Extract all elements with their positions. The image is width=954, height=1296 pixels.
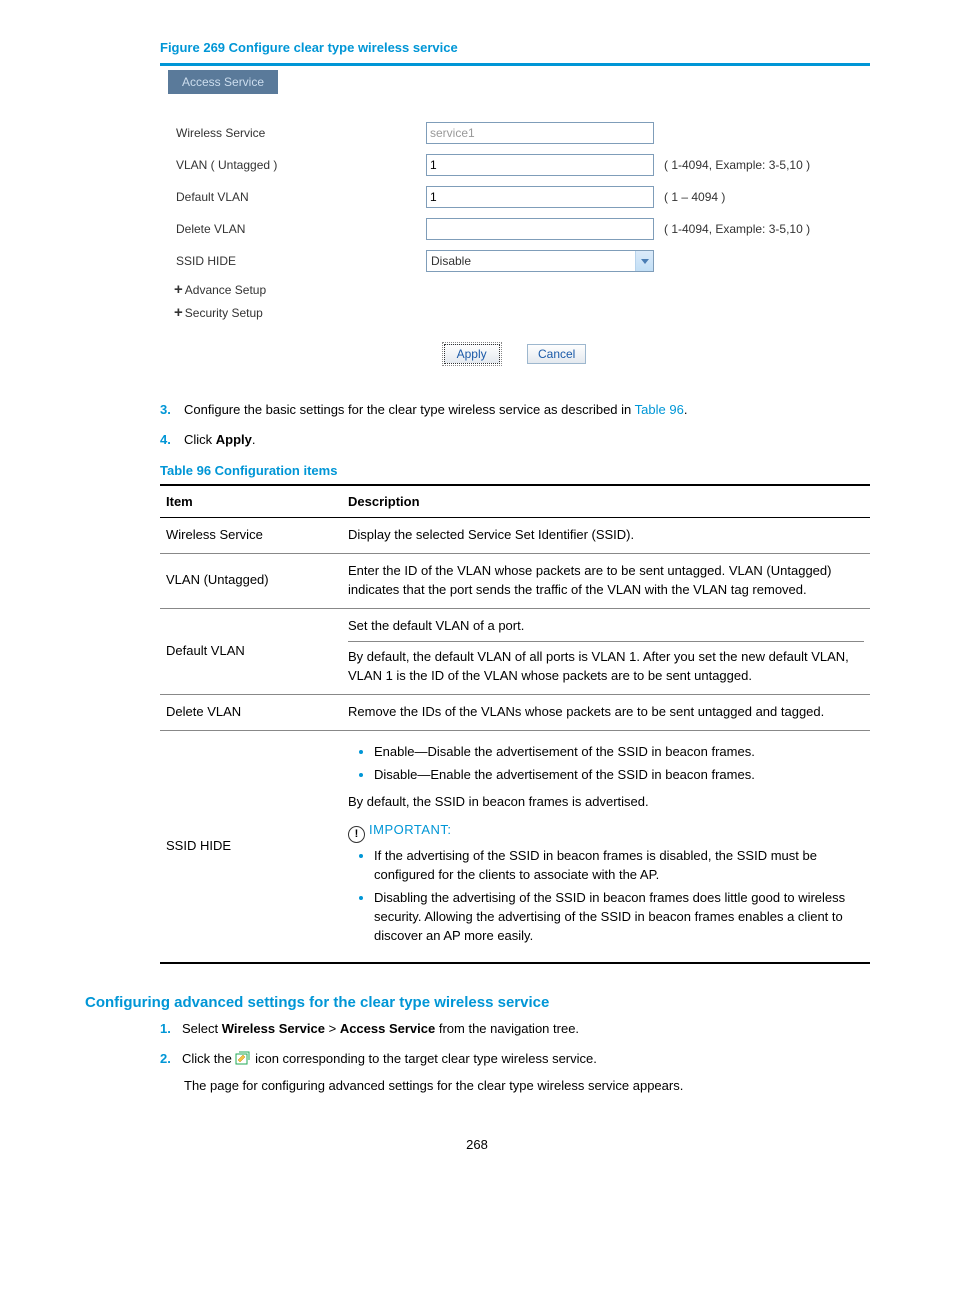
tab-bar: Access Service <box>160 66 870 94</box>
step-4: 4. Click Apply. <box>184 430 869 450</box>
section-heading: Configuring advanced settings for the cl… <box>85 994 869 1011</box>
step-3-text-post: . <box>684 402 688 417</box>
list-item: Disabling the advertising of the SSID in… <box>374 889 864 946</box>
cell-item: Delete VLAN <box>160 695 342 731</box>
step-1: 1.Select Wireless Service > Access Servi… <box>184 1019 869 1040</box>
t: Click the <box>182 1051 235 1066</box>
cell-desc: Enable—Disable the advertisement of the … <box>342 730 870 962</box>
list-item: Disable—Enable the advertisement of the … <box>374 766 864 785</box>
security-setup-toggle[interactable]: + Security Setup <box>174 305 856 320</box>
t: icon corresponding to the target clear t… <box>251 1051 596 1066</box>
step-number: 3. <box>160 400 171 420</box>
steps-list-a: 3. Configure the basic settings for the … <box>160 400 869 449</box>
input-vlan-untagged[interactable] <box>426 154 654 176</box>
bullet-list: If the advertising of the SSID in beacon… <box>348 847 864 945</box>
table-96-link[interactable]: Table 96 <box>635 402 684 417</box>
chevron-down-icon <box>635 251 653 271</box>
label-wireless-service: Wireless Service <box>174 126 426 140</box>
step-4-bold: Apply <box>216 432 252 447</box>
label-vlan-untagged: VLAN ( Untagged ) <box>174 158 426 172</box>
important-label: IMPORTANT: <box>369 822 452 837</box>
select-ssid-hide[interactable]: Disable <box>426 250 654 272</box>
list-item: If the advertising of the SSID in beacon… <box>374 847 864 885</box>
cell-item: Default VLAN <box>160 608 342 695</box>
steps-list-b: 1.Select Wireless Service > Access Servi… <box>184 1019 869 1097</box>
t: Wireless Service <box>222 1021 325 1036</box>
step-number: 1. <box>160 1019 182 1040</box>
cell-desc: Display the selected Service Set Identif… <box>342 518 870 554</box>
cell-desc: Set the default VLAN of a port. By defau… <box>342 608 870 695</box>
th-description: Description <box>342 485 870 518</box>
input-wireless-service <box>426 122 654 144</box>
t: Access Service <box>340 1021 435 1036</box>
t: Select <box>182 1021 222 1036</box>
label-ssid-hide: SSID HIDE <box>174 254 426 268</box>
row-wireless-service: Wireless Service <box>174 122 856 144</box>
cell-desc: Remove the IDs of the VLANs whose packet… <box>342 695 870 731</box>
list-item: Enable—Disable the advertisement of the … <box>374 743 864 762</box>
step-2: 2.Click the icon corresponding to the ta… <box>184 1049 869 1097</box>
step-3-text-pre: Configure the basic settings for the cle… <box>184 402 635 417</box>
step-number: 4. <box>160 430 171 450</box>
row-default-vlan: Default VLAN ( 1 – 4094 ) <box>174 186 856 208</box>
table-row: Delete VLAN Remove the IDs of the VLANs … <box>160 695 870 731</box>
paragraph: By default, the SSID in beacon frames is… <box>348 793 864 812</box>
step-number: 2. <box>160 1049 182 1070</box>
table-row: Default VLAN Set the default VLAN of a p… <box>160 608 870 695</box>
select-ssid-hide-value: Disable <box>427 254 635 268</box>
cell-desc-part-b: By default, the default VLAN of all port… <box>348 648 864 686</box>
t: > <box>325 1021 340 1036</box>
figure-caption: Figure 269 Configure clear type wireless… <box>160 40 869 55</box>
table-row: SSID HIDE Enable—Disable the advertiseme… <box>160 730 870 962</box>
t: from the navigation tree. <box>435 1021 579 1036</box>
apply-button[interactable]: Apply <box>444 344 500 364</box>
tab-access-service[interactable]: Access Service <box>168 70 278 94</box>
table-row: Wireless Service Display the selected Se… <box>160 518 870 554</box>
row-delete-vlan: Delete VLAN ( 1-4094, Example: 3-5,10 ) <box>174 218 856 240</box>
input-default-vlan[interactable] <box>426 186 654 208</box>
cancel-button[interactable]: Cancel <box>527 344 586 364</box>
label-default-vlan: Default VLAN <box>174 190 426 204</box>
cell-desc-part-a: Set the default VLAN of a port. <box>348 617 864 643</box>
cell-item: SSID HIDE <box>160 730 342 962</box>
table-caption: Table 96 Configuration items <box>160 463 869 478</box>
row-vlan-untagged: VLAN ( Untagged ) ( 1-4094, Example: 3-5… <box>174 154 856 176</box>
form-area: Wireless Service VLAN ( Untagged ) ( 1-4… <box>160 94 870 374</box>
hint-default-vlan: ( 1 – 4094 ) <box>664 190 725 204</box>
th-item: Item <box>160 485 342 518</box>
cell-item: Wireless Service <box>160 518 342 554</box>
screenshot-panel: Access Service Wireless Service VLAN ( U… <box>160 63 870 374</box>
table-row: VLAN (Untagged) Enter the ID of the VLAN… <box>160 553 870 608</box>
plus-icon: + <box>174 305 183 320</box>
hint-delete-vlan: ( 1-4094, Example: 3-5,10 ) <box>664 222 810 236</box>
button-row: Apply Cancel <box>174 344 856 364</box>
step-4-text-post: . <box>252 432 256 447</box>
edit-icon <box>235 1051 251 1072</box>
config-table: Item Description Wireless Service Displa… <box>160 484 870 964</box>
advance-setup-toggle[interactable]: + Advance Setup <box>174 282 856 297</box>
label-delete-vlan: Delete VLAN <box>174 222 426 236</box>
row-ssid-hide: SSID HIDE Disable <box>174 250 856 272</box>
plus-icon: + <box>174 282 183 297</box>
security-setup-label: Security Setup <box>185 306 263 320</box>
step-4-text-pre: Click <box>184 432 216 447</box>
input-delete-vlan[interactable] <box>426 218 654 240</box>
advance-setup-label: Advance Setup <box>185 283 266 297</box>
hint-vlan-untagged: ( 1-4094, Example: 3-5,10 ) <box>664 158 810 172</box>
step-2-continuation: The page for configuring advanced settin… <box>184 1076 869 1097</box>
bullet-list: Enable—Disable the advertisement of the … <box>348 743 864 785</box>
important-icon: ! <box>348 826 365 843</box>
step-3: 3. Configure the basic settings for the … <box>184 400 869 420</box>
cell-desc: Enter the ID of the VLAN whose packets a… <box>342 553 870 608</box>
cell-item: VLAN (Untagged) <box>160 553 342 608</box>
important-callout: ! IMPORTANT: <box>348 821 864 843</box>
page-number: 268 <box>85 1137 869 1152</box>
